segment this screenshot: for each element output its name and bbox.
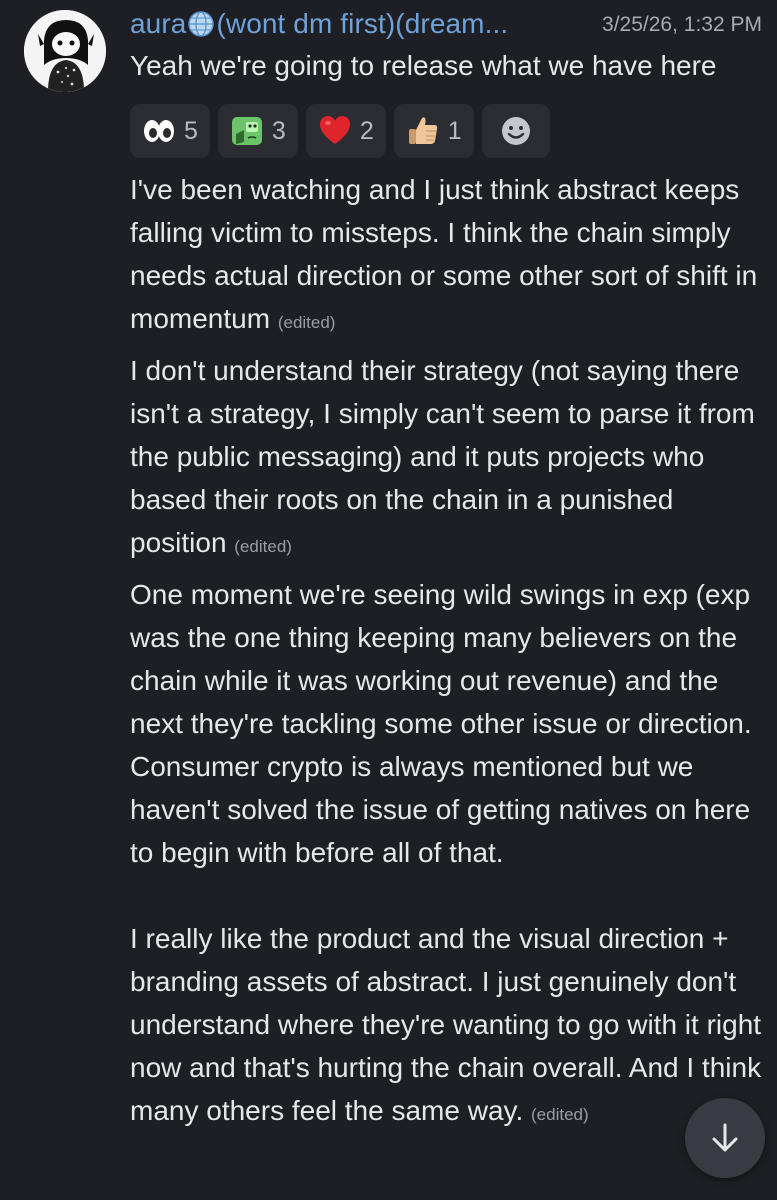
thinking-face-emoji (230, 114, 264, 148)
message-list: I've been watching and I just think abst… (130, 168, 770, 1141)
globe-icon (187, 10, 215, 38)
scroll-to-bottom-button[interactable] (685, 1098, 765, 1178)
thumbs-up-emoji (406, 114, 440, 148)
avatar-image (24, 10, 106, 92)
add-reaction-button[interactable] (481, 104, 550, 158)
reaction-eyes[interactable]: 5 (130, 104, 210, 158)
reaction-count: 3 (271, 116, 286, 145)
timestamp: 3/25/26, 1:32 PM (602, 13, 762, 36)
username[interactable]: aura (wont dm first)(dream... (130, 8, 508, 40)
edited-label: (edited) (531, 1105, 589, 1124)
red-heart-emoji (318, 114, 352, 148)
message-item: I don't understand their strategy (not s… (130, 349, 770, 568)
reaction-thumbs-up[interactable]: 1 (393, 104, 474, 158)
username-prefix: aura (130, 8, 187, 39)
edited-label: (edited) (234, 537, 292, 556)
message-text: I've been watching and I just think abst… (130, 174, 765, 334)
reaction-count: 5 (184, 116, 198, 145)
reaction-count: 1 (447, 116, 462, 145)
smiley-add-reaction-icon (499, 114, 533, 148)
username-suffix: (wont dm first)(dream... (216, 8, 509, 39)
eyes-emoji (142, 114, 176, 148)
arrow-down-icon (712, 1123, 738, 1152)
avatar[interactable] (24, 10, 106, 92)
edited-label: (edited) (277, 313, 336, 332)
message-item: One moment we're seeing wild swings in e… (130, 573, 770, 1136)
message-header: aura (wont dm first)(dream... 3/25/26, 1:… (130, 8, 770, 42)
reaction-thinking[interactable]: 3 (217, 104, 298, 158)
reaction-count: 2 (359, 116, 374, 145)
message-text: I don't understand their strategy (not s… (130, 355, 763, 558)
reaction-heart[interactable]: 2 (305, 104, 386, 158)
message-text: Yeah we're going to release what we have… (130, 50, 717, 81)
message-text: One moment we're seeing wild swings in e… (130, 579, 762, 1126)
reactions-bar: 5 3 2 1 (130, 104, 550, 160)
message-item: I've been watching and I just think abst… (130, 168, 770, 344)
